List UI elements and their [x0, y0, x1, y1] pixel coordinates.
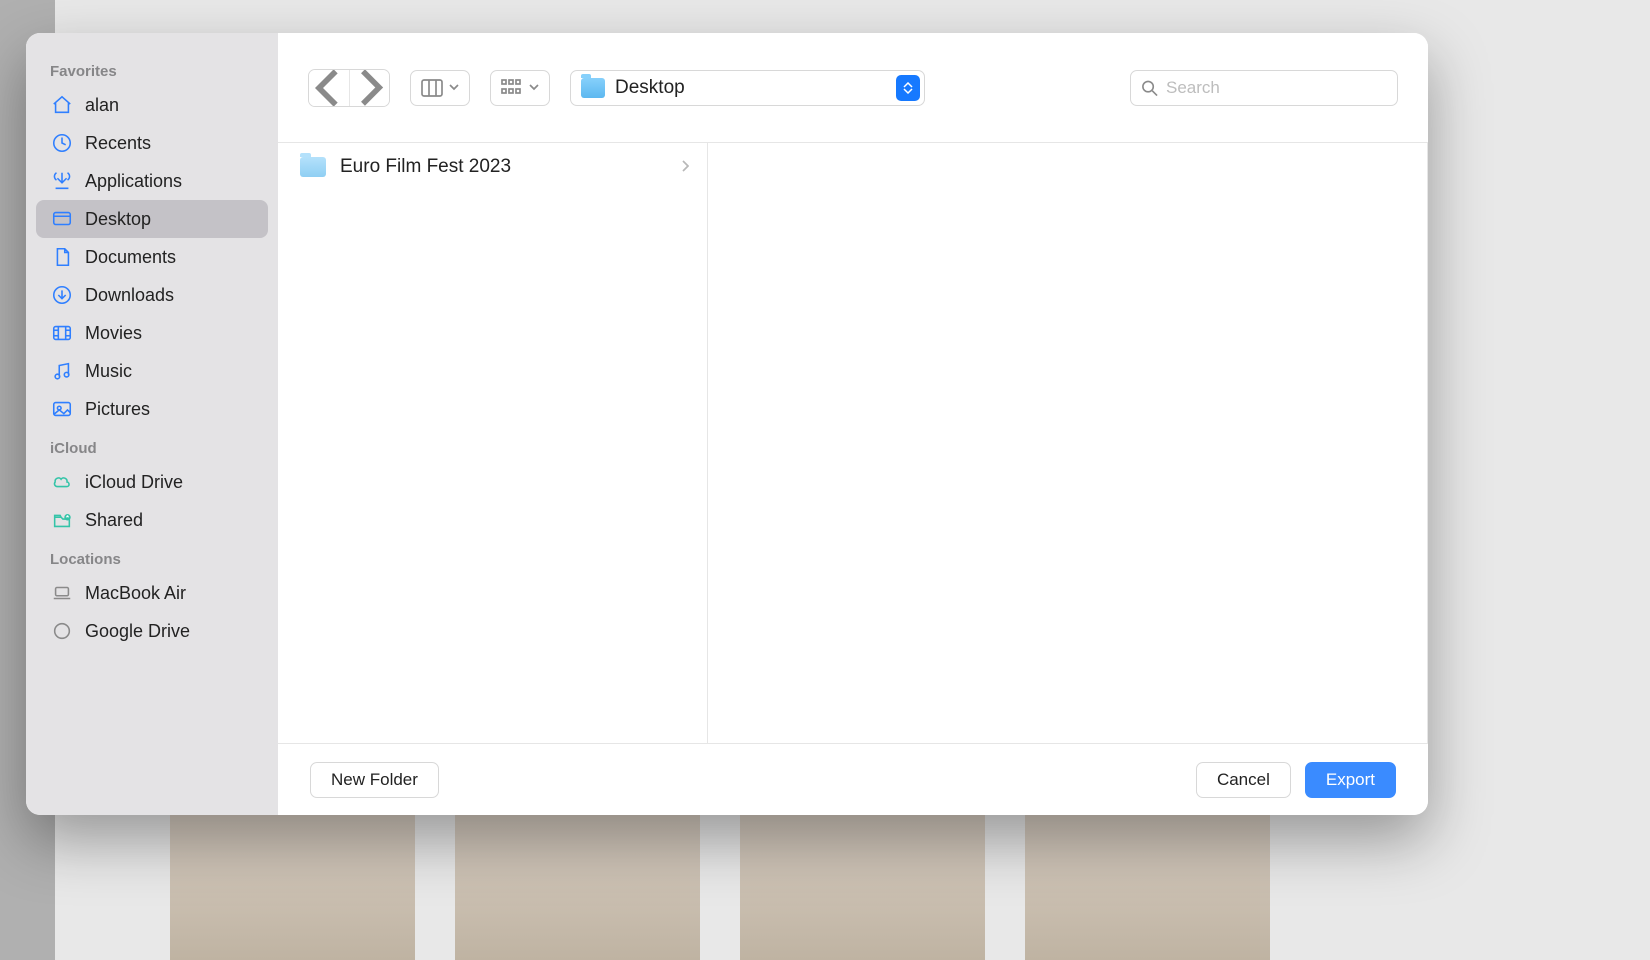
- chevron-down-icon: [529, 84, 539, 91]
- sidebar-item-label: Shared: [85, 510, 143, 531]
- location-popup[interactable]: Desktop: [570, 70, 925, 106]
- music-icon: [50, 359, 74, 383]
- new-folder-button[interactable]: New Folder: [310, 762, 439, 798]
- columns-icon: [421, 79, 443, 97]
- toolbar: Desktop: [278, 33, 1428, 143]
- sidebar-item-label: alan: [85, 95, 119, 116]
- sidebar-item-label: Music: [85, 361, 132, 382]
- chevron-down-icon: [903, 88, 913, 94]
- chevron-left-icon: [309, 69, 349, 107]
- disk-icon: [50, 619, 74, 643]
- group-by-button[interactable]: [490, 70, 550, 106]
- search-icon: [1141, 79, 1158, 97]
- cancel-button[interactable]: Cancel: [1196, 762, 1291, 798]
- sidebar-item-alan[interactable]: alan: [36, 86, 268, 124]
- sidebar-section-title: Locations: [36, 539, 268, 574]
- movie-icon: [50, 321, 74, 345]
- footer: New Folder Cancel Export: [278, 743, 1428, 815]
- sidebar-item-downloads[interactable]: Downloads: [36, 276, 268, 314]
- laptop-icon: [50, 581, 74, 605]
- sidebar-item-pictures[interactable]: Pictures: [36, 390, 268, 428]
- location-name: Desktop: [615, 77, 886, 99]
- sidebar-item-label: Movies: [85, 323, 142, 344]
- sidebar-item-shared[interactable]: Shared: [36, 501, 268, 539]
- nav-back-forward-group: [308, 69, 390, 107]
- download-icon: [50, 283, 74, 307]
- sidebar-item-movies[interactable]: Movies: [36, 314, 268, 352]
- sidebar-section-title: Favorites: [36, 51, 268, 86]
- cloud-icon: [50, 470, 74, 494]
- sidebar: Favorites alan Recents Applications Desktop D…: [26, 33, 278, 815]
- view-columns-button[interactable]: [410, 70, 470, 106]
- sidebar-item-label: iCloud Drive: [85, 472, 183, 493]
- browser-row-label: Euro Film Fest 2023: [340, 156, 511, 178]
- sidebar-item-label: Applications: [85, 171, 182, 192]
- export-button[interactable]: Export: [1305, 762, 1396, 798]
- shared-icon: [50, 508, 74, 532]
- nav-forward-button[interactable]: [349, 70, 389, 106]
- sidebar-item-label: Google Drive: [85, 621, 190, 642]
- folder-icon: [581, 78, 605, 98]
- sidebar-item-label: Downloads: [85, 285, 174, 306]
- chevron-right-icon: [681, 156, 689, 178]
- nav-back-button[interactable]: [309, 70, 349, 106]
- doc-icon: [50, 245, 74, 269]
- chevron-down-icon: [449, 84, 459, 91]
- sidebar-item-applications[interactable]: Applications: [36, 162, 268, 200]
- sidebar-item-desktop[interactable]: Desktop: [36, 200, 268, 238]
- sidebar-item-label: Pictures: [85, 399, 150, 420]
- save-export-sheet: FavoritesalanRecentsApplicationsDesktopD…: [26, 33, 1428, 815]
- search-field-container: [1130, 70, 1398, 106]
- home-icon: [50, 93, 74, 117]
- column-browser: Euro Film Fest 2023: [278, 143, 1428, 743]
- sidebar-item-label: Recents: [85, 133, 151, 154]
- apps-icon: [50, 169, 74, 193]
- sidebar-item-label: MacBook Air: [85, 583, 186, 604]
- sidebar-item-icloud-drive[interactable]: iCloud Drive: [36, 463, 268, 501]
- folder-icon: [300, 157, 326, 177]
- clock-icon: [50, 131, 74, 155]
- main-area: Desktop Euro Film Fest 2023 New Folder C…: [278, 33, 1428, 815]
- search-input[interactable]: [1166, 78, 1387, 98]
- location-stepper: [896, 75, 920, 101]
- sidebar-item-music[interactable]: Music: [36, 352, 268, 390]
- browser-row[interactable]: Euro Film Fest 2023: [278, 143, 707, 191]
- picture-icon: [50, 397, 74, 421]
- sidebar-item-documents[interactable]: Documents: [36, 238, 268, 276]
- sidebar-item-label: Desktop: [85, 209, 151, 230]
- sidebar-section-title: iCloud: [36, 428, 268, 463]
- browser-column: [708, 143, 1428, 743]
- chevron-right-icon: [350, 69, 389, 107]
- sidebar-item-macbook-air[interactable]: MacBook Air: [36, 574, 268, 612]
- background-thumbnails: [55, 805, 1650, 960]
- sidebar-item-recents[interactable]: Recents: [36, 124, 268, 162]
- sidebar-item-label: Documents: [85, 247, 176, 268]
- grid-group-icon: [501, 79, 523, 97]
- desktop-icon: [50, 207, 74, 231]
- browser-column: Euro Film Fest 2023: [278, 143, 708, 743]
- sidebar-item-google-drive[interactable]: Google Drive: [36, 612, 268, 650]
